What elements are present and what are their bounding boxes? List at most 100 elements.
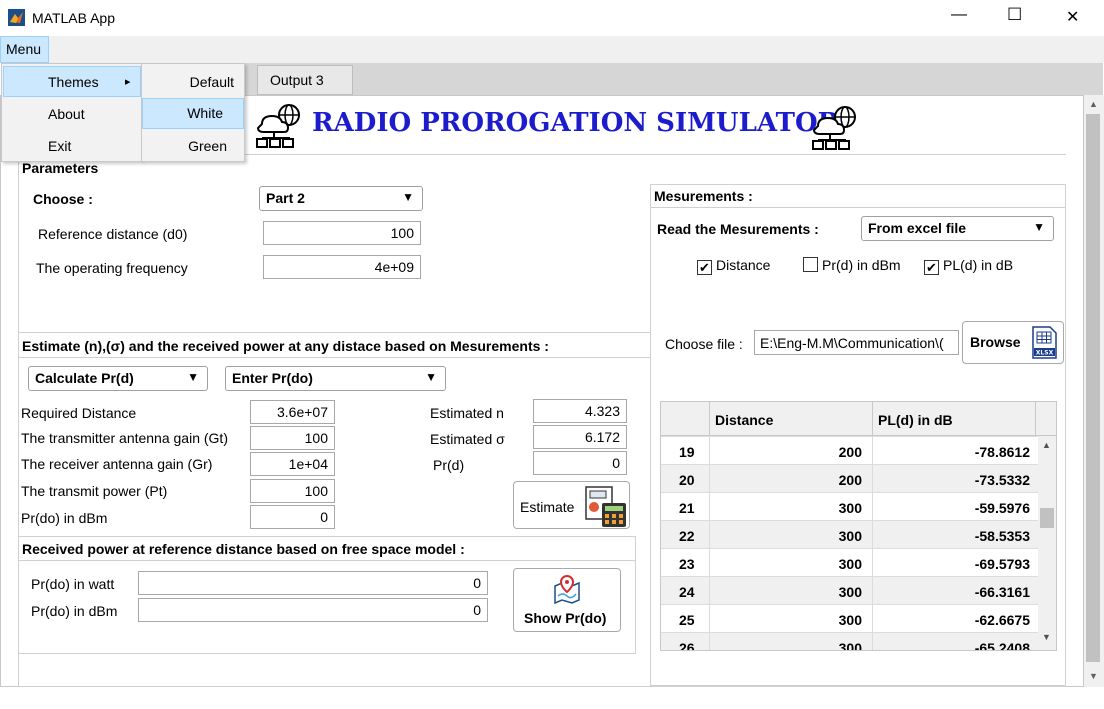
estimated-sigma-label: Estimated σ — [430, 431, 505, 447]
pt-field[interactable]: 100 — [250, 479, 335, 503]
table-row[interactable]: 25 300 -62.6675 — [661, 604, 1056, 632]
pld-cell[interactable]: -73.5332 — [975, 472, 1030, 488]
estimate-button[interactable]: Estimate — [513, 481, 630, 529]
table-row[interactable]: 22 300 -58.5353 — [661, 520, 1056, 548]
required-distance-field[interactable]: 3.6e+07 — [250, 400, 335, 424]
gt-field[interactable]: 100 — [250, 426, 335, 450]
prdo-dbm-field[interactable]: 0 — [250, 505, 335, 529]
estimated-sigma-field[interactable]: 6.172 — [533, 425, 627, 449]
distance-cell[interactable]: 300 — [839, 640, 862, 650]
pld-cell[interactable]: -65.2408 — [975, 640, 1030, 650]
menu-item-themes[interactable]: Themes ▸ — [3, 66, 141, 97]
menu-item-about-label: About — [48, 106, 85, 122]
table-row[interactable]: 21 300 -59.5976 — [661, 492, 1056, 520]
pld-cell[interactable]: -62.6675 — [975, 612, 1030, 628]
distance-cell[interactable]: 300 — [839, 556, 862, 572]
calculator-icon — [585, 486, 626, 527]
distance-checkbox[interactable]: ✔ Distance — [697, 257, 770, 275]
distance-cell[interactable]: 300 — [839, 500, 862, 516]
tab-output-3[interactable]: Output 3 — [257, 65, 353, 95]
pld-cell[interactable]: -78.8612 — [975, 444, 1030, 460]
row-index-cell[interactable]: 26 — [679, 640, 695, 650]
measurements-divider — [650, 207, 1066, 208]
map-pin-icon — [554, 574, 580, 604]
measurements-table[interactable]: Distance PL(d) in dB 19 200 -78.8612 20 200 -… — [660, 401, 1057, 651]
pld-cell[interactable]: -66.3161 — [975, 584, 1030, 600]
prdo-dbm-free-field[interactable]: 0 — [138, 598, 488, 622]
table-scroll-down-icon[interactable]: ▼ — [1042, 632, 1051, 642]
theme-white[interactable]: White — [142, 98, 244, 129]
read-source-dropdown[interactable]: From excel file ▼ — [861, 216, 1054, 241]
chevron-down-icon: ▼ — [1033, 220, 1045, 234]
d0-label: Reference distance (d0) — [38, 226, 188, 242]
table-row[interactable]: 23 300 -69.5793 — [661, 548, 1056, 576]
pld-cell[interactable]: -59.5976 — [975, 500, 1030, 516]
estimated-n-field[interactable]: 4.323 — [533, 399, 627, 423]
table-scrollbar-thumb[interactable] — [1040, 508, 1054, 528]
browse-label: Browse — [970, 334, 1021, 350]
prd-checkbox-box[interactable] — [803, 257, 818, 272]
menu-item-exit[interactable]: Exit — [3, 131, 141, 161]
prdo-watt-field[interactable]: 0 — [138, 571, 488, 595]
row-index-cell[interactable]: 20 — [679, 472, 695, 488]
distance-cell[interactable]: 300 — [839, 528, 862, 544]
column-header-distance[interactable]: Distance — [715, 412, 773, 428]
pld-checkbox[interactable]: ✔ PL(d) in dB — [924, 257, 1013, 275]
scroll-down-icon[interactable]: ▼ — [1089, 671, 1098, 681]
maximize-button[interactable]: ☐ — [1007, 5, 1022, 25]
read-measurements-label: Read the Mesurements : — [657, 221, 819, 237]
browse-button[interactable]: Browse XLSX — [962, 321, 1064, 364]
column-header-pld[interactable]: PL(d) in dB — [878, 412, 953, 428]
prd-field[interactable]: 0 — [533, 451, 627, 475]
table-row[interactable]: 24 300 -66.3161 — [661, 576, 1056, 604]
menu-item-about[interactable]: About — [3, 99, 141, 129]
excel-file-icon: XLSX — [1032, 326, 1057, 359]
distance-cell[interactable]: 300 — [839, 612, 862, 628]
menu-button[interactable]: Menu — [0, 36, 49, 63]
read-source-value: From excel file — [868, 220, 967, 236]
file-path-field[interactable]: E:\Eng-M.M\Communication\( — [754, 330, 959, 355]
header-divider — [872, 402, 873, 436]
bottom-border — [18, 686, 1066, 687]
row-index-cell[interactable]: 21 — [679, 500, 695, 516]
d0-field[interactable]: 100 — [263, 221, 421, 245]
row-index-cell[interactable]: 25 — [679, 612, 695, 628]
pld-checkbox-box[interactable]: ✔ — [924, 260, 939, 275]
close-button[interactable]: ✕ — [1066, 7, 1079, 27]
table-row[interactable]: 26 300 -65.2408 — [661, 632, 1056, 650]
gr-field[interactable]: 1e+04 — [250, 452, 335, 476]
theme-green[interactable]: Green — [143, 131, 243, 161]
frequency-field[interactable]: 4e+09 — [263, 255, 421, 279]
distance-cell[interactable]: 300 — [839, 584, 862, 600]
pld-cell[interactable]: -58.5353 — [975, 528, 1030, 544]
row-index-cell[interactable]: 19 — [679, 444, 695, 460]
menu-bar — [0, 36, 1104, 63]
choose-file-label: Choose file : — [665, 336, 743, 352]
calc-mode-dropdown[interactable]: Calculate Pr(d) ▼ — [28, 366, 208, 391]
theme-default[interactable]: Default — [143, 66, 243, 97]
distance-cell[interactable]: 200 — [839, 444, 862, 460]
pld-cell[interactable]: -69.5793 — [975, 556, 1030, 572]
calc-mode-value: Calculate Pr(d) — [35, 370, 134, 386]
row-index-cell[interactable]: 23 — [679, 556, 695, 572]
gr-label: The receiver antenna gain (Gr) — [21, 456, 213, 472]
row-index-cell[interactable]: 24 — [679, 584, 695, 600]
estimate-divider-top — [18, 332, 650, 333]
show-prdo-button[interactable]: Show Pr(do) — [513, 568, 621, 632]
table-row[interactable]: 20 200 -73.5332 — [661, 464, 1056, 492]
table-scroll-up-icon[interactable]: ▲ — [1042, 440, 1051, 450]
prd-checkbox[interactable]: Pr(d) in dBm — [803, 257, 901, 273]
minimize-button[interactable]: — — [951, 6, 967, 24]
freespace-title: Received power at reference distance bas… — [22, 541, 465, 557]
row-index-cell[interactable]: 22 — [679, 528, 695, 544]
table-row[interactable]: 19 200 -78.8612 — [661, 436, 1056, 464]
scroll-up-icon[interactable]: ▲ — [1089, 99, 1098, 109]
distance-cell[interactable]: 200 — [839, 472, 862, 488]
part-dropdown[interactable]: Part 2 ▼ — [259, 186, 423, 211]
table-scrollbar[interactable]: ▲ ▼ — [1038, 436, 1056, 650]
prdo-mode-dropdown[interactable]: Enter Pr(do) ▼ — [225, 366, 446, 391]
pld-checkbox-label: PL(d) in dB — [943, 257, 1014, 273]
main-scrollbar-thumb[interactable] — [1086, 114, 1100, 662]
window-title: MATLAB App — [32, 10, 116, 26]
distance-checkbox-box[interactable]: ✔ — [697, 260, 712, 275]
